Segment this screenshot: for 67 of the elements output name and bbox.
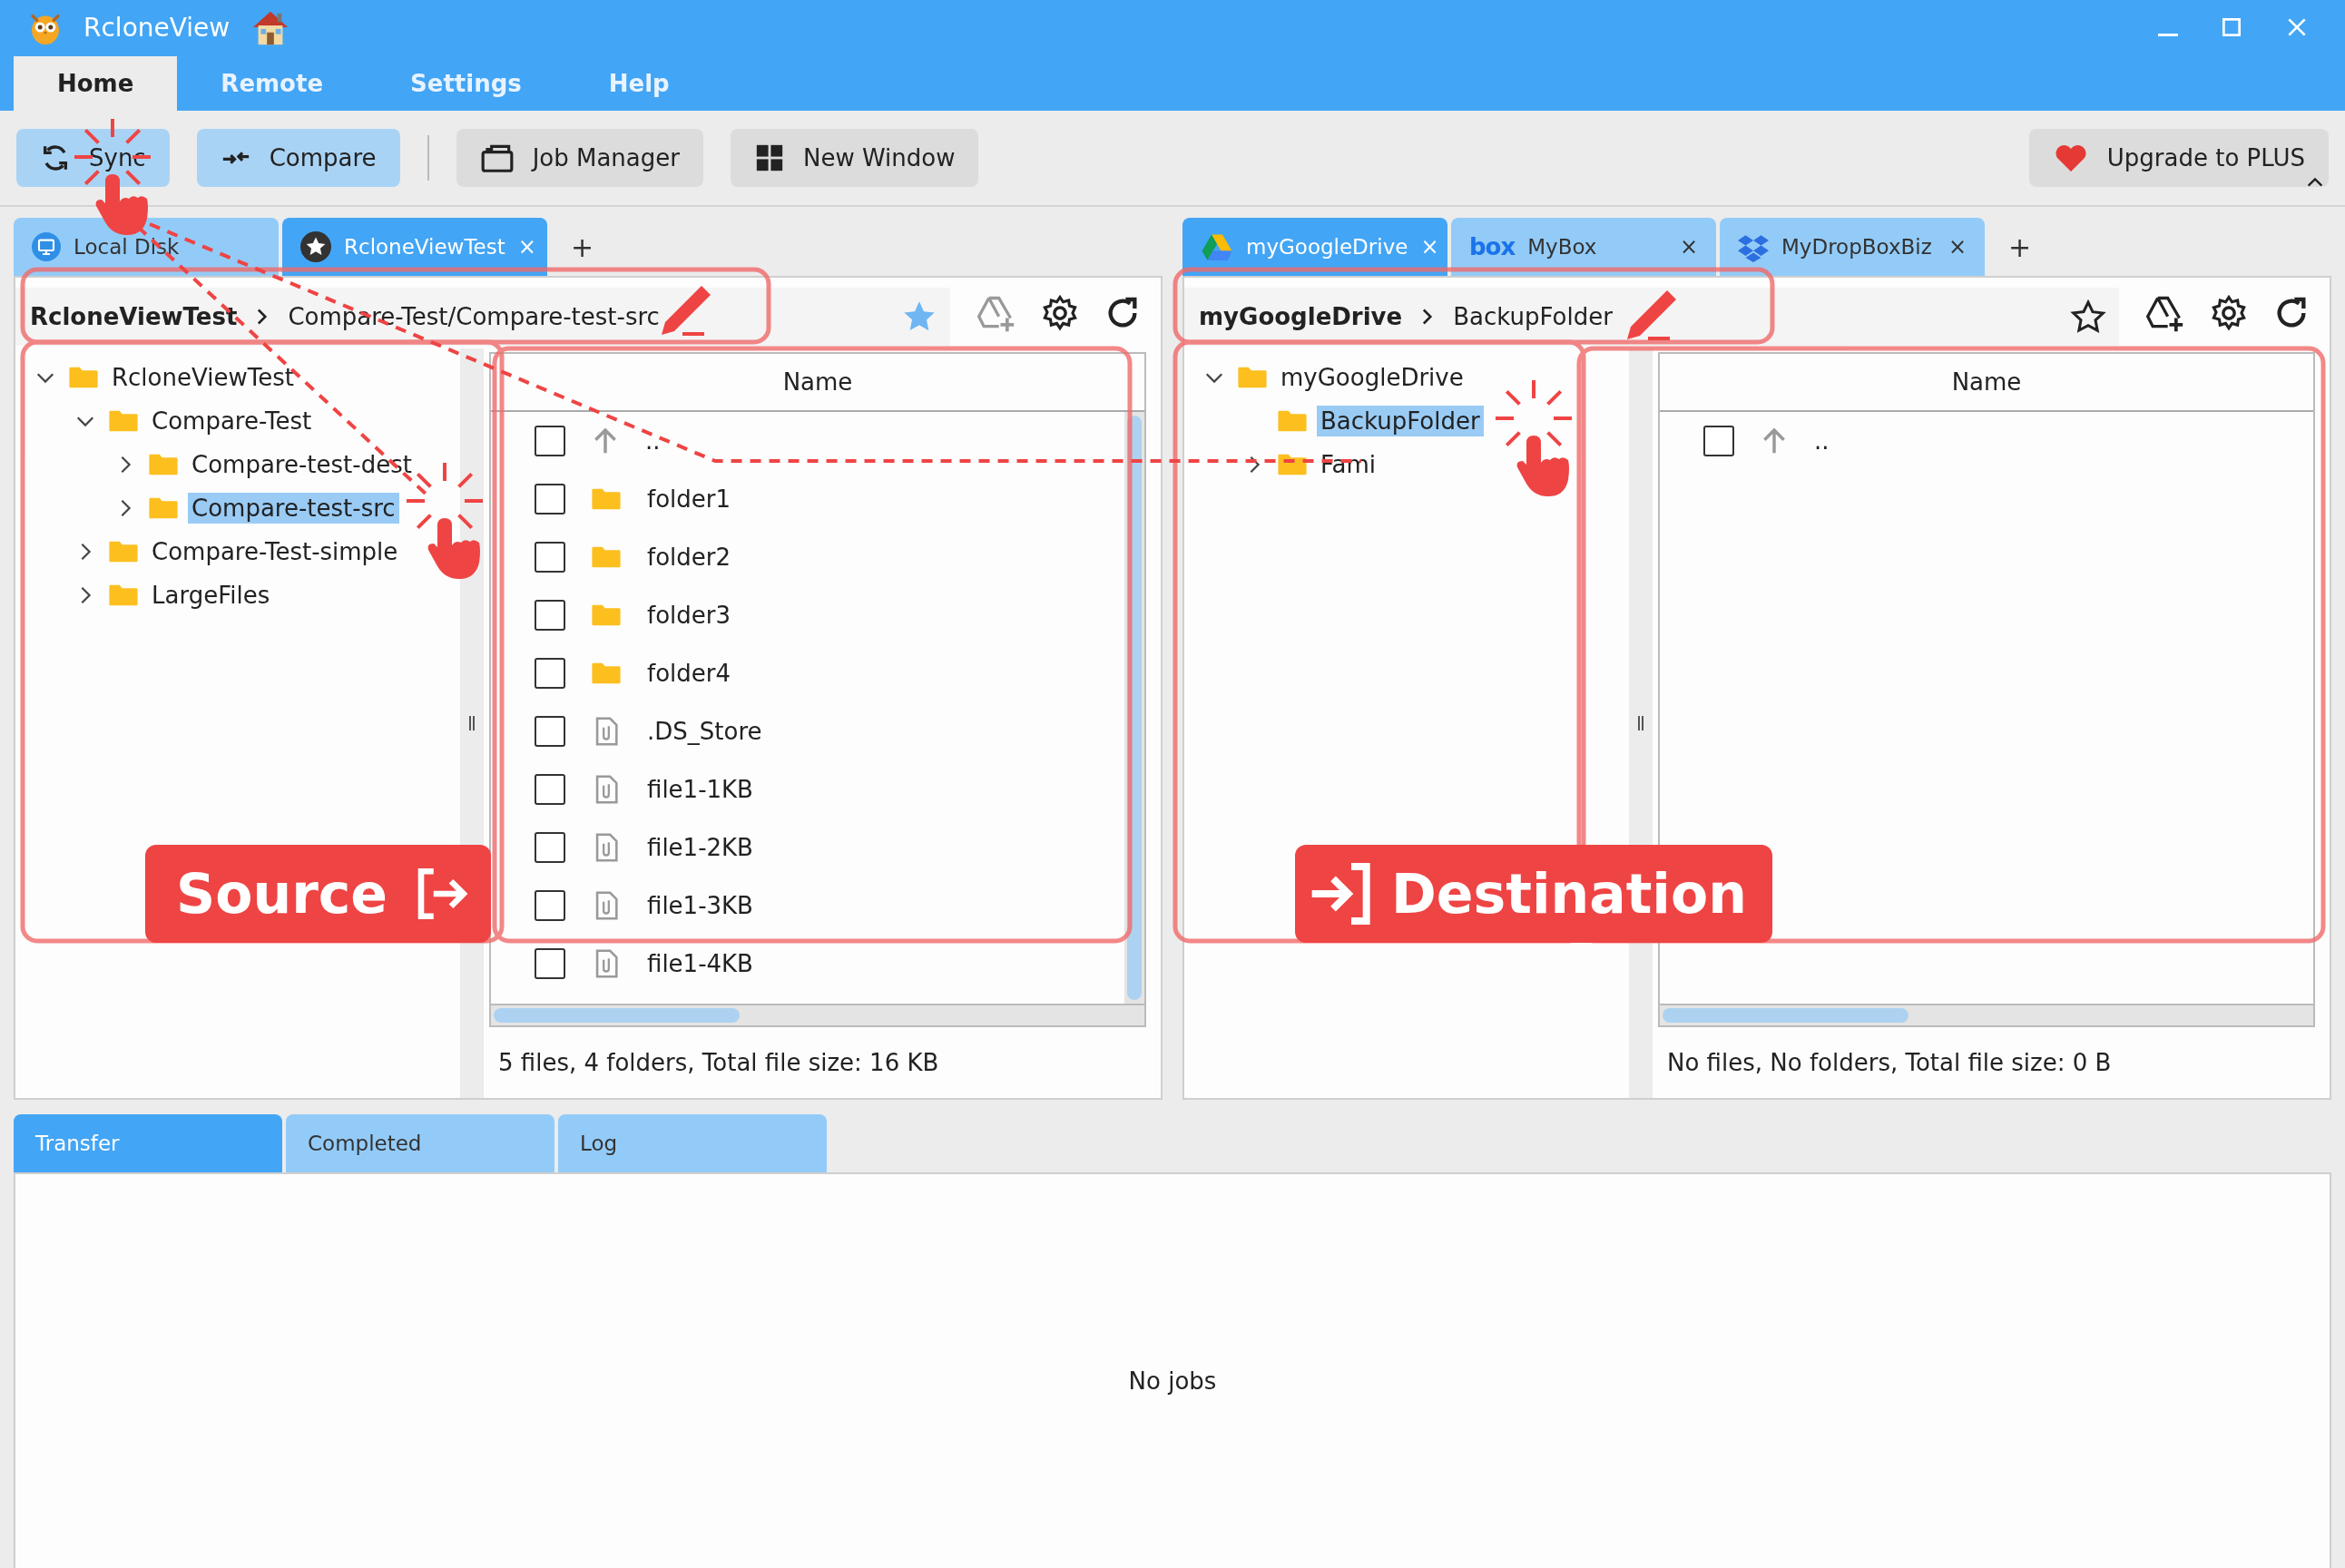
tree-item[interactable]: RcloneViewTest [108,362,298,393]
checkbox[interactable] [535,832,565,863]
checkbox[interactable] [1703,426,1734,456]
tree-item[interactable]: BackupFolder [1317,406,1484,436]
upgrade-button[interactable]: Upgrade to PLUS [2028,129,2329,187]
settings-icon [2210,294,2248,332]
app-title: RcloneView [83,12,231,43]
checkbox[interactable] [535,484,565,514]
tree-item[interactable]: LargeFiles [148,580,274,611]
bottom-tab[interactable]: Log [558,1114,827,1172]
status-text: 5 files, 4 folders, Total file size: 16 KB [497,1048,940,1078]
file-name[interactable]: .. [1814,427,1830,455]
splitter-handle[interactable] [469,716,475,730]
file-name[interactable]: folder4 [647,660,731,687]
file-name[interactable]: folder2 [647,544,731,571]
pencil-icon [1627,290,1676,340]
splitter-handle[interactable] [1638,716,1643,730]
checkbox[interactable] [535,658,565,689]
column-header[interactable]: Name [491,354,1144,412]
source-callout: Source [145,845,491,943]
bottom-tab[interactable]: Completed [286,1114,554,1172]
file-name[interactable]: file1-2KB [647,834,753,861]
column-header[interactable]: Name [1660,354,2313,412]
pointer-hand-icon [95,174,148,235]
file-name[interactable]: file1-3KB [647,892,753,919]
toolbar-button[interactable]: Compare [196,129,400,187]
tree-item[interactable]: Compare-Test-simple [148,536,402,567]
checkbox[interactable] [535,948,565,979]
toolbar-button[interactable]: Sync [16,129,170,187]
checkbox[interactable] [535,542,565,573]
file-name[interactable]: file1-4KB [647,950,753,977]
tree-item[interactable]: Compare-test-dest [188,449,416,480]
add-tab-button[interactable]: + [1988,218,2052,276]
file-name[interactable]: folder3 [647,602,731,629]
tree-item[interactable]: Compare-Test [148,406,316,436]
checkbox[interactable] [535,890,565,921]
maximize-icon [2220,15,2243,39]
pointer-hand-icon [1516,436,1569,496]
status-text: No files, No folders, Total file size: 0 B [1666,1048,2113,1078]
star-outline-icon [2070,299,2106,335]
empty-message: No jobs [1128,1367,1217,1395]
scrollbar[interactable] [1660,1004,2313,1025]
monitor-icon [32,232,61,261]
pencil-icon [662,286,711,336]
file-name[interactable]: folder1 [647,485,731,513]
tree-item[interactable]: myGoogleDrive [1277,362,1467,393]
toolbar-button[interactable]: New Window [730,129,979,187]
checkbox[interactable] [535,426,565,456]
pane-tab[interactable]: box MyBox × [1451,218,1716,276]
file-name[interactable]: .DS_Store [647,718,762,745]
file-name[interactable]: file1-1KB [647,776,753,803]
checkbox[interactable] [535,600,565,631]
tree-item[interactable]: Compare-test-src [188,493,399,524]
settings-icon [1041,294,1079,332]
box-logo: box [1469,233,1516,260]
path-bar[interactable]: myGoogleDrive BackupFolder [1184,288,2119,346]
toolbar-button[interactable]: Job Manager [456,129,703,187]
pointer-hand-icon [427,518,480,579]
minimize-icon [2158,34,2178,37]
pane-tab[interactable]: MyDropBoxBiz × [1720,218,1985,276]
add-tab-button[interactable]: + [551,218,614,276]
destination-callout: Destination [1295,845,1772,943]
file-name[interactable]: .. [645,427,661,455]
checkbox[interactable] [535,716,565,747]
scrollbar[interactable] [491,1004,1144,1025]
checkbox[interactable] [535,774,565,805]
ribbon-tab[interactable]: Home [14,56,178,111]
